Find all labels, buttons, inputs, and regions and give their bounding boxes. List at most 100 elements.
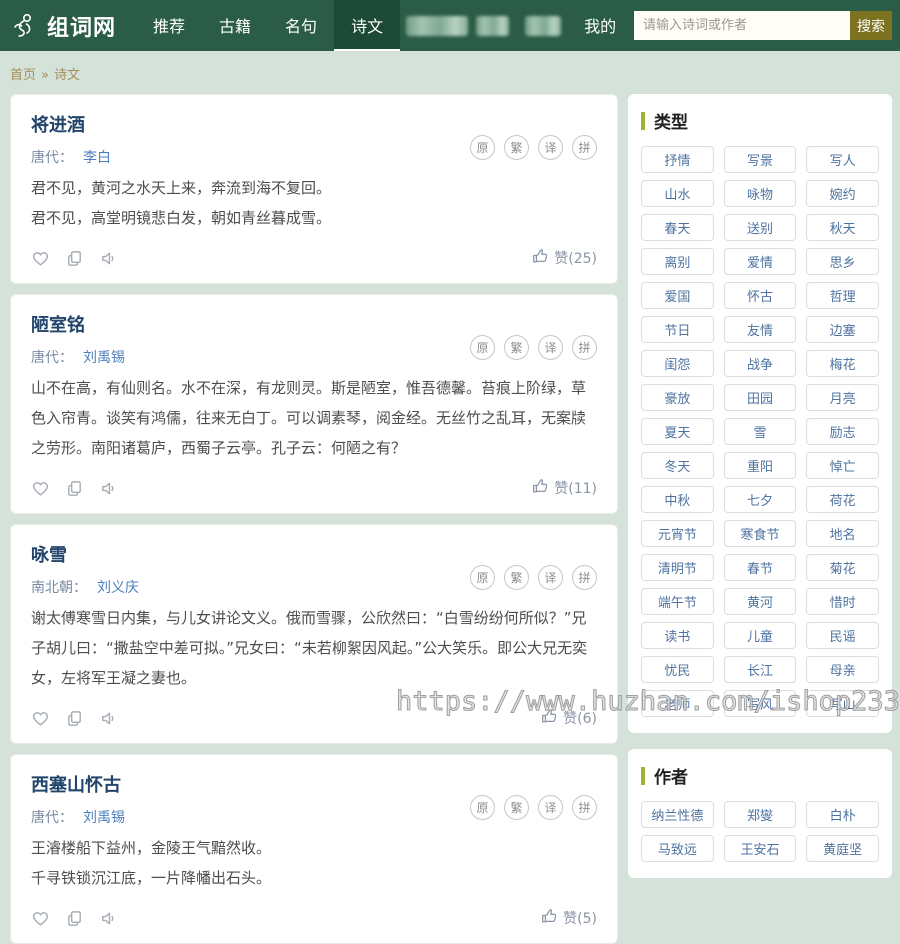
type-tag[interactable]: 边塞: [806, 316, 879, 343]
author-tag[interactable]: 马致远: [641, 835, 714, 862]
tool-button[interactable]: 译: [538, 335, 563, 360]
speaker-icon[interactable]: [99, 909, 118, 928]
type-tag[interactable]: 写人: [806, 146, 879, 173]
tool-button[interactable]: 原: [470, 135, 495, 160]
nav-item-mine[interactable]: 我的: [567, 0, 633, 51]
type-tag[interactable]: 端午节: [641, 588, 714, 615]
poem-title[interactable]: 将进酒: [31, 111, 597, 137]
type-tag[interactable]: 励志: [806, 418, 879, 445]
type-tag[interactable]: 元宵节: [641, 520, 714, 547]
speaker-icon[interactable]: [99, 249, 118, 268]
type-tag[interactable]: 哲理: [806, 282, 879, 309]
type-tag[interactable]: 儿童: [723, 622, 797, 649]
copy-icon[interactable]: [65, 909, 84, 928]
type-tag[interactable]: 冬天: [641, 452, 714, 479]
copy-icon[interactable]: [65, 249, 84, 268]
poem-author-link[interactable]: 刘禹锡: [83, 350, 125, 366]
type-tag[interactable]: 秋天: [806, 214, 879, 241]
nav-item-famous-quotes[interactable]: 名句: [268, 0, 334, 51]
copy-icon[interactable]: [65, 479, 84, 498]
speaker-icon[interactable]: [99, 709, 118, 728]
type-tag[interactable]: 友情: [723, 316, 797, 343]
poem-title[interactable]: 陋室铭: [31, 311, 597, 337]
type-tag[interactable]: 母亲: [806, 656, 879, 683]
nav-item-poetry-active[interactable]: 诗文: [334, 0, 401, 51]
nav-item-ancient-books[interactable]: 古籍: [202, 0, 268, 51]
tool-button[interactable]: 繁: [504, 135, 529, 160]
type-tag[interactable]: 春天: [641, 214, 714, 241]
type-tag[interactable]: 抒情: [641, 146, 714, 173]
type-tag[interactable]: 节日: [641, 316, 714, 343]
type-tag[interactable]: 豪放: [641, 384, 714, 411]
type-tag[interactable]: 长江: [723, 656, 797, 683]
type-tag[interactable]: 夏天: [641, 418, 714, 445]
type-tag[interactable]: 惜时: [806, 588, 879, 615]
site-logo[interactable]: 组词网: [10, 0, 136, 51]
type-tag[interactable]: 战争: [723, 350, 797, 377]
type-tag[interactable]: 寒食节: [723, 520, 797, 547]
type-tag[interactable]: 写风: [723, 690, 797, 717]
tool-button[interactable]: 繁: [504, 335, 529, 360]
type-tag[interactable]: 清明节: [641, 554, 714, 581]
type-tag[interactable]: 老师: [641, 690, 714, 717]
type-tag[interactable]: 悼亡: [806, 452, 879, 479]
author-tag[interactable]: 白朴: [806, 801, 879, 828]
poem-author-link[interactable]: 刘禹锡: [83, 810, 125, 826]
type-tag[interactable]: 怀古: [723, 282, 797, 309]
poem-title[interactable]: 咏雪: [31, 541, 597, 567]
author-tag[interactable]: 黄庭坚: [806, 835, 879, 862]
poem-author-link[interactable]: 李白: [83, 150, 111, 166]
type-tag[interactable]: 爱国: [641, 282, 714, 309]
tool-button[interactable]: 原: [470, 795, 495, 820]
tool-button[interactable]: 拼: [572, 565, 597, 590]
type-tag[interactable]: 七夕: [723, 486, 797, 513]
tool-button[interactable]: 译: [538, 795, 563, 820]
type-tag[interactable]: 梅花: [806, 350, 879, 377]
tool-button[interactable]: 原: [470, 335, 495, 360]
like-button[interactable]: 赞(6): [540, 707, 597, 729]
search-input[interactable]: [634, 11, 850, 40]
type-tag[interactable]: 写山: [806, 690, 879, 717]
type-tag[interactable]: 菊花: [806, 554, 879, 581]
type-tag[interactable]: 婉约: [806, 180, 879, 207]
type-tag[interactable]: 思乡: [806, 248, 879, 275]
favorite-heart-icon[interactable]: [31, 479, 50, 498]
favorite-heart-icon[interactable]: [31, 709, 50, 728]
type-tag[interactable]: 读书: [641, 622, 714, 649]
type-tag[interactable]: 雪: [723, 418, 797, 445]
tool-button[interactable]: 拼: [572, 795, 597, 820]
favorite-heart-icon[interactable]: [31, 909, 50, 928]
type-tag[interactable]: 中秋: [641, 486, 714, 513]
like-button[interactable]: 赞(5): [540, 907, 597, 929]
type-tag[interactable]: 离别: [641, 248, 714, 275]
poem-author-link[interactable]: 刘义庆: [97, 580, 139, 596]
author-tag[interactable]: 王安石: [723, 835, 797, 862]
favorite-heart-icon[interactable]: [31, 249, 50, 268]
censored-nav-item[interactable]: [406, 15, 469, 36]
tool-button[interactable]: 原: [470, 565, 495, 590]
poem-title[interactable]: 西塞山怀古: [31, 771, 597, 797]
speaker-icon[interactable]: [99, 479, 118, 498]
type-tag[interactable]: 地名: [806, 520, 879, 547]
type-tag[interactable]: 闺怨: [641, 350, 714, 377]
type-tag[interactable]: 黄河: [723, 588, 797, 615]
type-tag[interactable]: 民谣: [806, 622, 879, 649]
type-tag[interactable]: 田园: [723, 384, 797, 411]
breadcrumb-home-link[interactable]: 首页: [10, 68, 36, 83]
author-tag[interactable]: 纳兰性德: [641, 801, 714, 828]
nav-item-recommend[interactable]: 推荐: [136, 0, 202, 51]
tool-button[interactable]: 译: [538, 565, 563, 590]
censored-nav-item[interactable]: [476, 15, 510, 36]
type-tag[interactable]: 山水: [641, 180, 714, 207]
type-tag[interactable]: 重阳: [723, 452, 797, 479]
tool-button[interactable]: 繁: [504, 565, 529, 590]
type-tag[interactable]: 荷花: [806, 486, 879, 513]
copy-icon[interactable]: [65, 709, 84, 728]
tool-button[interactable]: 拼: [572, 135, 597, 160]
tool-button[interactable]: 繁: [504, 795, 529, 820]
type-tag[interactable]: 春节: [723, 554, 797, 581]
tool-button[interactable]: 译: [538, 135, 563, 160]
type-tag[interactable]: 月亮: [806, 384, 879, 411]
author-tag[interactable]: 郑燮: [723, 801, 797, 828]
search-button[interactable]: 搜索: [850, 11, 892, 40]
